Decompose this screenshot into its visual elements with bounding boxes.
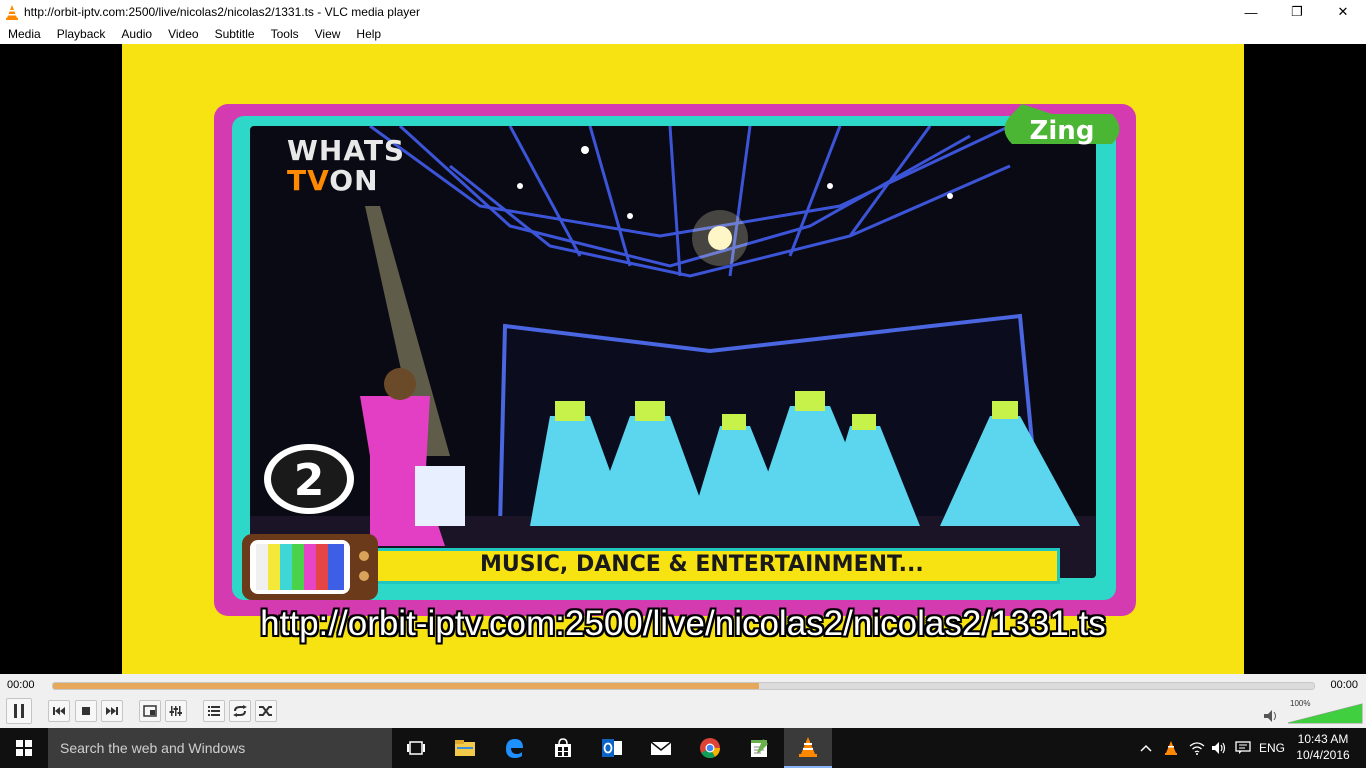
- retro-tv-icon: [240, 532, 380, 602]
- extended-settings-button[interactable]: [165, 700, 187, 722]
- taskbar-file-explorer[interactable]: [441, 728, 489, 768]
- restore-icon: ❐: [1291, 4, 1303, 19]
- previous-button[interactable]: [48, 700, 70, 722]
- notification-icon: [1235, 741, 1251, 754]
- language-indicator: ENG: [1258, 741, 1285, 755]
- channel-logo-line2: ON: [329, 164, 379, 197]
- taskbar-outlook[interactable]: [588, 728, 636, 768]
- volume-control[interactable]: [1262, 702, 1364, 724]
- menu-bar: Media Playback Audio Video Subtitle Tool…: [0, 24, 1366, 44]
- window-title: http://orbit-iptv.com:2500/live/nicolas2…: [24, 5, 420, 19]
- taskbar-chrome[interactable]: [686, 728, 734, 768]
- caption-text: MUSIC, DANCE & ENTERTAINMENT...: [480, 552, 924, 577]
- start-button[interactable]: [0, 728, 48, 768]
- shuffle-button[interactable]: [255, 700, 277, 722]
- channel-logo-line1: WHATS: [287, 134, 406, 167]
- search-placeholder: Search the web and Windows: [60, 740, 246, 756]
- show-hidden-icons-button[interactable]: [1137, 728, 1155, 768]
- task-view-icon: [407, 741, 425, 755]
- menu-playback[interactable]: Playback: [49, 24, 114, 44]
- stop-icon: [82, 707, 90, 715]
- skip-next-icon: [106, 707, 118, 715]
- playback-controls: 100%: [0, 696, 1366, 728]
- tray-vlc[interactable]: [1160, 728, 1182, 768]
- taskbar-notepad[interactable]: [735, 728, 783, 768]
- menu-audio[interactable]: Audio: [113, 24, 160, 44]
- vlc-cone-icon: [6, 5, 18, 20]
- menu-help[interactable]: Help: [348, 24, 389, 44]
- edge-icon: [506, 739, 523, 758]
- seek-row: 00:00 00:00: [0, 674, 1366, 696]
- menu-media[interactable]: Media: [0, 24, 49, 44]
- maximize-button[interactable]: ❐: [1274, 0, 1320, 24]
- shuffle-icon: [259, 706, 272, 716]
- chrome-icon: [700, 738, 721, 759]
- outlook-icon: [602, 739, 622, 757]
- loop-button[interactable]: [229, 700, 251, 722]
- zing-logo: Zing: [992, 99, 1132, 159]
- chevron-up-icon: [1140, 744, 1152, 752]
- taskbar-search-box[interactable]: Search the web and Windows: [48, 728, 392, 768]
- channel-logo-tv: TV: [287, 164, 330, 197]
- notepad-icon: [751, 739, 768, 757]
- tray-volume[interactable]: [1208, 728, 1230, 768]
- clock-time: 10:43 AM: [1297, 732, 1349, 746]
- clock-date: 10/4/2016: [1296, 748, 1350, 762]
- wifi-icon: [1189, 742, 1205, 755]
- pause-button[interactable]: [6, 698, 32, 724]
- minimize-button[interactable]: —: [1228, 0, 1274, 24]
- seek-slider[interactable]: [52, 682, 1315, 690]
- loop-icon: [233, 705, 247, 717]
- tray-language[interactable]: ENG: [1256, 728, 1288, 768]
- episode-number: 2: [294, 455, 325, 506]
- elapsed-time: 00:00: [7, 679, 35, 691]
- menu-video[interactable]: Video: [160, 24, 206, 44]
- fullscreen-button[interactable]: [139, 700, 161, 722]
- skip-previous-icon: [53, 707, 65, 715]
- osd-media-url: http://orbit-iptv.com:2500/live/nicolas2…: [260, 604, 1106, 643]
- tray-network[interactable]: [1186, 728, 1208, 768]
- pause-icon: [14, 704, 24, 718]
- menu-subtitle[interactable]: Subtitle: [207, 24, 263, 44]
- volume-slider[interactable]: [1262, 702, 1364, 724]
- windows-logo-icon: [16, 740, 32, 756]
- video-area[interactable]: WHATS TVON Zing 2 MUSIC, DANCE & ENTERTA…: [0, 44, 1366, 674]
- speaker-icon: [1212, 742, 1226, 754]
- store-icon: [555, 738, 571, 757]
- taskbar-mail[interactable]: [637, 728, 685, 768]
- close-icon: ✕: [1337, 4, 1349, 19]
- menu-tools[interactable]: Tools: [263, 24, 307, 44]
- tray-clock[interactable]: 10:43 AM 10/4/2016: [1290, 731, 1356, 763]
- taskbar-store[interactable]: [539, 728, 587, 768]
- task-view-button[interactable]: [392, 728, 440, 768]
- seek-buffer-fill: [53, 683, 760, 689]
- close-button[interactable]: ✕: [1320, 0, 1366, 24]
- fullscreen-icon: [143, 705, 157, 717]
- zing-logo-text: Zing: [1030, 116, 1095, 146]
- folder-icon: [455, 740, 475, 756]
- episode-badge-icon: 2: [264, 444, 354, 514]
- playlist-icon: [208, 706, 220, 716]
- video-frame: WHATS TVON Zing 2 MUSIC, DANCE & ENTERTA…: [122, 44, 1244, 674]
- menu-view[interactable]: View: [307, 24, 349, 44]
- taskbar-edge[interactable]: [490, 728, 538, 768]
- episode-badge: 2: [262, 442, 356, 516]
- minimize-icon: —: [1244, 4, 1258, 20]
- mail-icon: [650, 741, 672, 755]
- speaker-icon[interactable]: [1264, 710, 1276, 722]
- next-button[interactable]: [101, 700, 123, 722]
- remaining-time[interactable]: 00:00: [1330, 679, 1358, 691]
- taskbar-vlc[interactable]: [784, 728, 832, 768]
- stop-button[interactable]: [75, 700, 97, 722]
- tray-action-center[interactable]: [1232, 728, 1254, 768]
- equalizer-icon: [169, 706, 182, 716]
- playlist-button[interactable]: [203, 700, 225, 722]
- title-bar: http://orbit-iptv.com:2500/live/nicolas2…: [0, 0, 1366, 24]
- vlc-cone-icon: [1165, 741, 1177, 755]
- taskbar: Search the web and Windows ENG 10:43 AM …: [0, 728, 1366, 768]
- vlc-cone-icon: [799, 737, 817, 757]
- channel-logo: WHATS TVON: [287, 136, 405, 196]
- volume-percent: 100%: [1290, 699, 1311, 708]
- zing-badge-icon: Zing: [1004, 104, 1120, 146]
